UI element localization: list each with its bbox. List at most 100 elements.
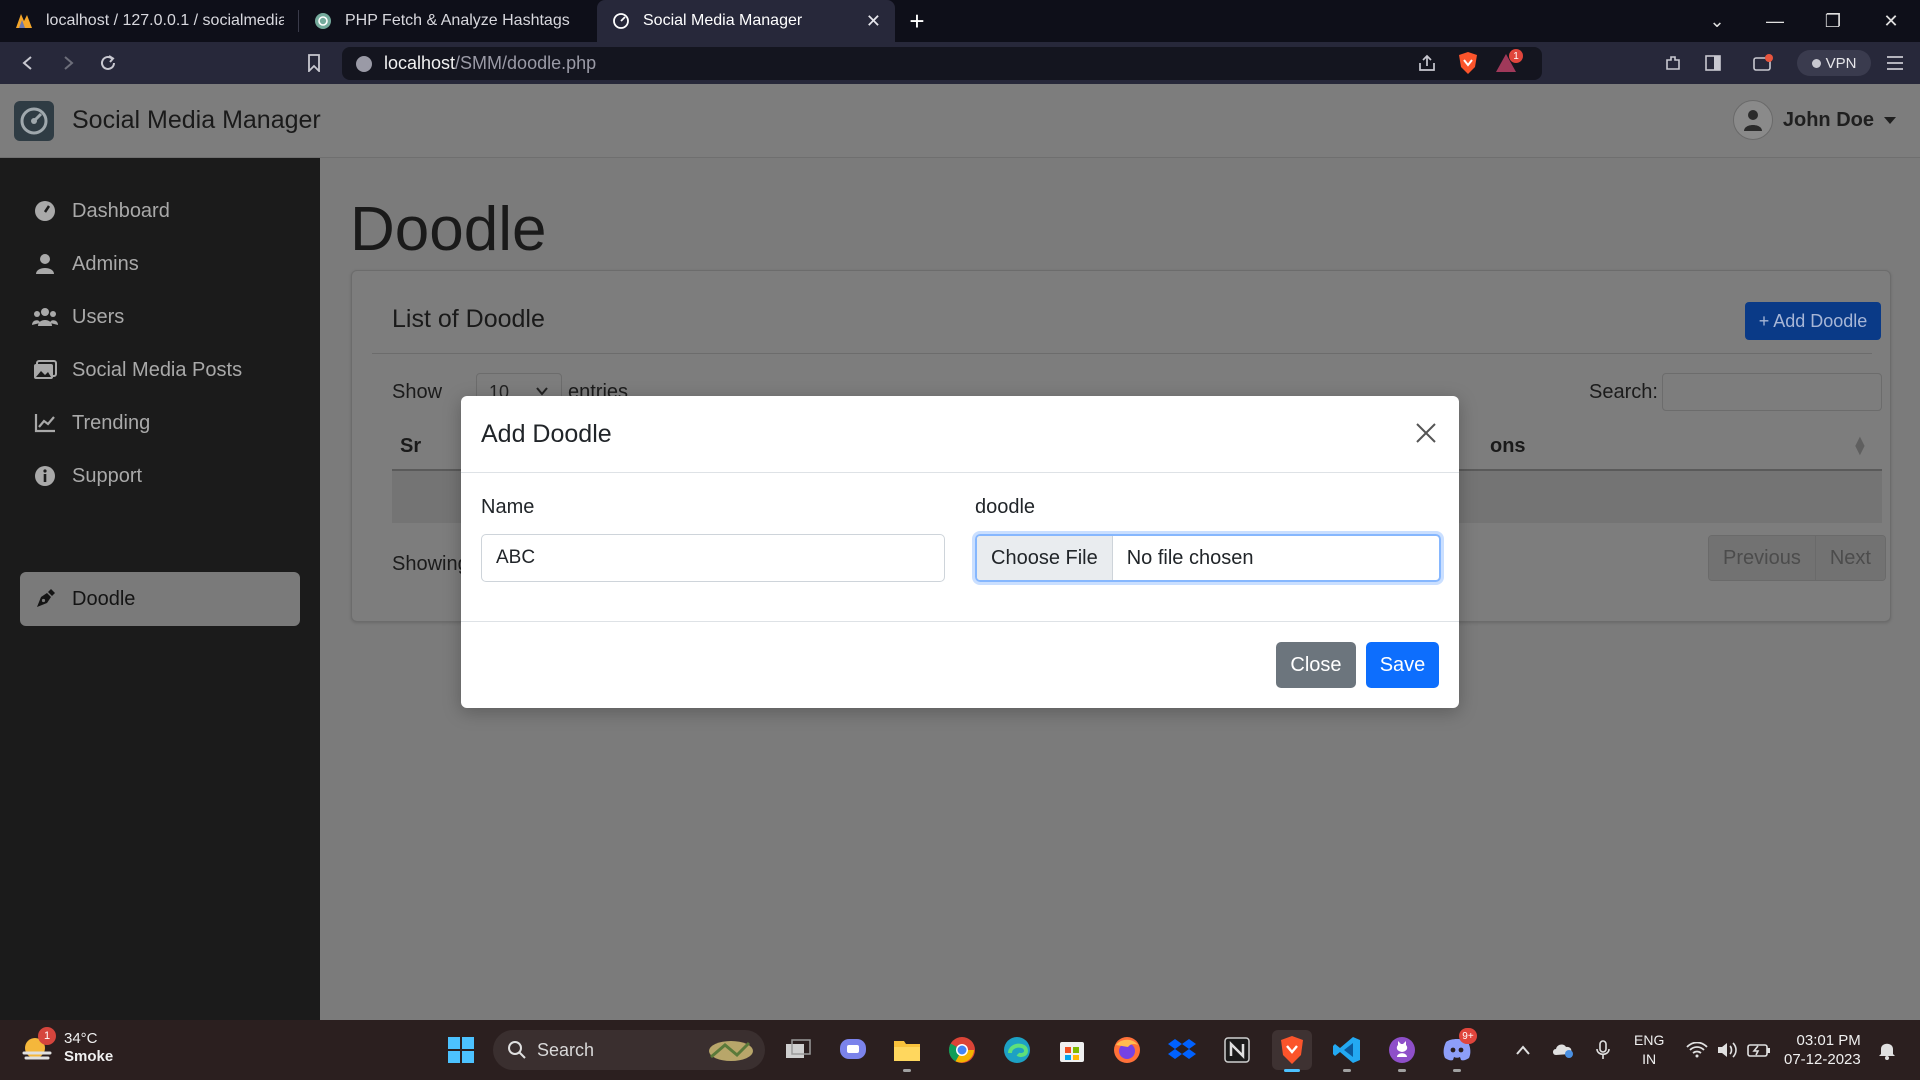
back-icon[interactable]: [8, 43, 48, 83]
dashboard-icon: [32, 198, 58, 224]
restore-icon[interactable]: ❐: [1804, 0, 1862, 42]
wallet-icon[interactable]: [1748, 42, 1778, 84]
app-logo[interactable]: [14, 101, 54, 141]
wifi-icon[interactable]: [1684, 1020, 1710, 1080]
microphone-icon[interactable]: [1588, 1020, 1618, 1080]
dropbox-icon[interactable]: [1162, 1030, 1202, 1070]
chrome-icon[interactable]: [942, 1030, 982, 1070]
column-header-sr[interactable]: Sr: [400, 435, 421, 458]
file-explorer-icon[interactable]: [887, 1030, 927, 1072]
language-line-2: IN: [1642, 1051, 1657, 1067]
onedrive-icon[interactable]: [1548, 1020, 1578, 1080]
language-indicator[interactable]: ENG IN: [1634, 1031, 1664, 1069]
close-window-icon[interactable]: ✕: [1862, 0, 1920, 42]
bookmark-icon[interactable]: [294, 43, 334, 83]
column-header-actions[interactable]: ons: [1490, 435, 1526, 458]
show-hidden-icons-icon[interactable]: [1508, 1020, 1538, 1080]
sidebar-toggle-icon[interactable]: [1700, 42, 1726, 84]
sidebar-item-users[interactable]: Users: [20, 290, 300, 344]
user-icon: [32, 251, 58, 277]
add-doodle-button[interactable]: + Add Doodle: [1745, 302, 1881, 340]
discord-icon[interactable]: 9+: [1437, 1028, 1477, 1072]
windows-start-icon[interactable]: [441, 1030, 481, 1070]
search-label: Search:: [1589, 381, 1658, 403]
tab-social-media-manager[interactable]: Social Media Manager ✕: [597, 0, 895, 42]
taskbar-search[interactable]: Search: [493, 1030, 765, 1070]
extensions-icon[interactable]: [1660, 42, 1686, 84]
sidebar-item-label: Users: [72, 305, 125, 328]
sidebar-item-label: Dashboard: [72, 199, 170, 222]
share-icon[interactable]: [1417, 53, 1437, 78]
modal-footer-divider: [461, 621, 1459, 622]
menu-icon[interactable]: [1880, 42, 1910, 84]
tab-title: localhost / 127.0.0.1 / socialmediaman: [46, 12, 284, 29]
next-page-button[interactable]: Next: [1814, 536, 1885, 580]
choose-file-button[interactable]: Choose File: [977, 536, 1113, 580]
modal-header: Add Doodle: [461, 396, 1459, 473]
tab-title: Social Media Manager: [643, 12, 803, 29]
address-bar[interactable]: localhost/SMM/doodle.php 1: [342, 47, 1542, 80]
save-button[interactable]: Save: [1366, 642, 1439, 688]
taskbar-search-label: Search: [537, 1039, 595, 1060]
vscode-icon[interactable]: [1327, 1030, 1367, 1072]
battery-charging-icon[interactable]: [1744, 1020, 1774, 1080]
new-tab-button[interactable]: +: [895, 0, 939, 42]
browser-tab-bar: localhost / 127.0.0.1 / socialmediaman P…: [0, 0, 1920, 42]
add-doodle-modal: Add Doodle Name ABC doodle Choose File N…: [461, 396, 1459, 708]
vpn-button[interactable]: VPN: [1797, 50, 1871, 76]
minimize-icon[interactable]: —: [1746, 0, 1804, 42]
dashboard-icon: [611, 11, 631, 31]
brave-shield-icon[interactable]: [1457, 51, 1479, 80]
reload-icon[interactable]: [88, 43, 128, 83]
tab-search-chevron-icon[interactable]: ⌄: [1688, 0, 1746, 42]
sidebar-item-support[interactable]: Support: [20, 449, 300, 503]
previous-page-button[interactable]: Previous: [1709, 536, 1815, 580]
modal-close-icon[interactable]: [1409, 416, 1443, 450]
window-controls: ⌄ — ❐ ✕: [1688, 0, 1920, 42]
url-host: localhost: [384, 53, 456, 73]
notion-icon[interactable]: [1217, 1030, 1257, 1070]
weather-badge: 1: [38, 1027, 56, 1045]
volume-icon[interactable]: [1714, 1020, 1740, 1080]
notification-bell-icon[interactable]: [1872, 1020, 1902, 1080]
weather-smoke-icon: 1: [20, 1027, 56, 1065]
teams-chat-icon[interactable]: [833, 1030, 873, 1070]
search-icon: [508, 1041, 526, 1059]
doodle-file-input[interactable]: Choose File No file chosen: [975, 534, 1441, 582]
sidebar-item-trending[interactable]: Trending: [20, 396, 300, 450]
forward-icon[interactable]: [48, 43, 88, 83]
close-tab-icon[interactable]: ✕: [866, 11, 881, 32]
tab-hashtags[interactable]: PHP Fetch & Analyze Hashtags: [299, 0, 597, 42]
name-input[interactable]: ABC: [481, 534, 945, 582]
phpmyadmin-icon: [14, 11, 34, 31]
user-menu[interactable]: John Doe: [1732, 100, 1896, 140]
task-view-icon[interactable]: [778, 1030, 818, 1070]
discord-badge: 9+: [1459, 1028, 1477, 1044]
microsoft-store-icon[interactable]: [1052, 1030, 1092, 1070]
images-icon: [32, 357, 58, 383]
system-clock[interactable]: 03:01 PM 07-12-2023: [1784, 1031, 1861, 1069]
site-info-icon[interactable]: [356, 55, 372, 72]
close-button[interactable]: Close: [1276, 642, 1356, 688]
sort-icon[interactable]: ▲ ▼: [1852, 434, 1868, 459]
edge-icon[interactable]: [997, 1030, 1037, 1070]
user-avatar-icon: [1732, 100, 1773, 140]
github-desktop-icon[interactable]: [1382, 1030, 1422, 1072]
sidebar-item-dashboard[interactable]: Dashboard: [20, 184, 300, 238]
rewards-badge: 1: [1509, 49, 1523, 63]
firefox-icon[interactable]: [1107, 1030, 1147, 1070]
weather-widget[interactable]: 1 34°C Smoke: [20, 1027, 113, 1066]
brand-title[interactable]: Social Media Manager: [72, 106, 321, 135]
tab-phpmyadmin[interactable]: localhost / 127.0.0.1 / socialmediaman: [0, 0, 298, 42]
brave-rewards-icon[interactable]: 1: [1495, 49, 1523, 80]
brave-icon[interactable]: [1272, 1030, 1312, 1072]
table-search-input[interactable]: [1662, 373, 1882, 411]
add-doodle-label: + Add Doodle: [1758, 310, 1868, 331]
sidebar-item-doodle[interactable]: Doodle: [20, 572, 300, 626]
sidebar-item-label: Admins: [72, 252, 139, 275]
sidebar-item-social-media-posts[interactable]: Social Media Posts: [20, 343, 300, 397]
modal-title: Add Doodle: [481, 420, 612, 448]
windows-taskbar: 1 34°C Smoke Search 9+ ENG IN 03:01 PM 0…: [0, 1020, 1920, 1080]
sidebar-item-admins[interactable]: Admins: [20, 237, 300, 291]
sidebar-item-label: Trending: [72, 411, 151, 434]
